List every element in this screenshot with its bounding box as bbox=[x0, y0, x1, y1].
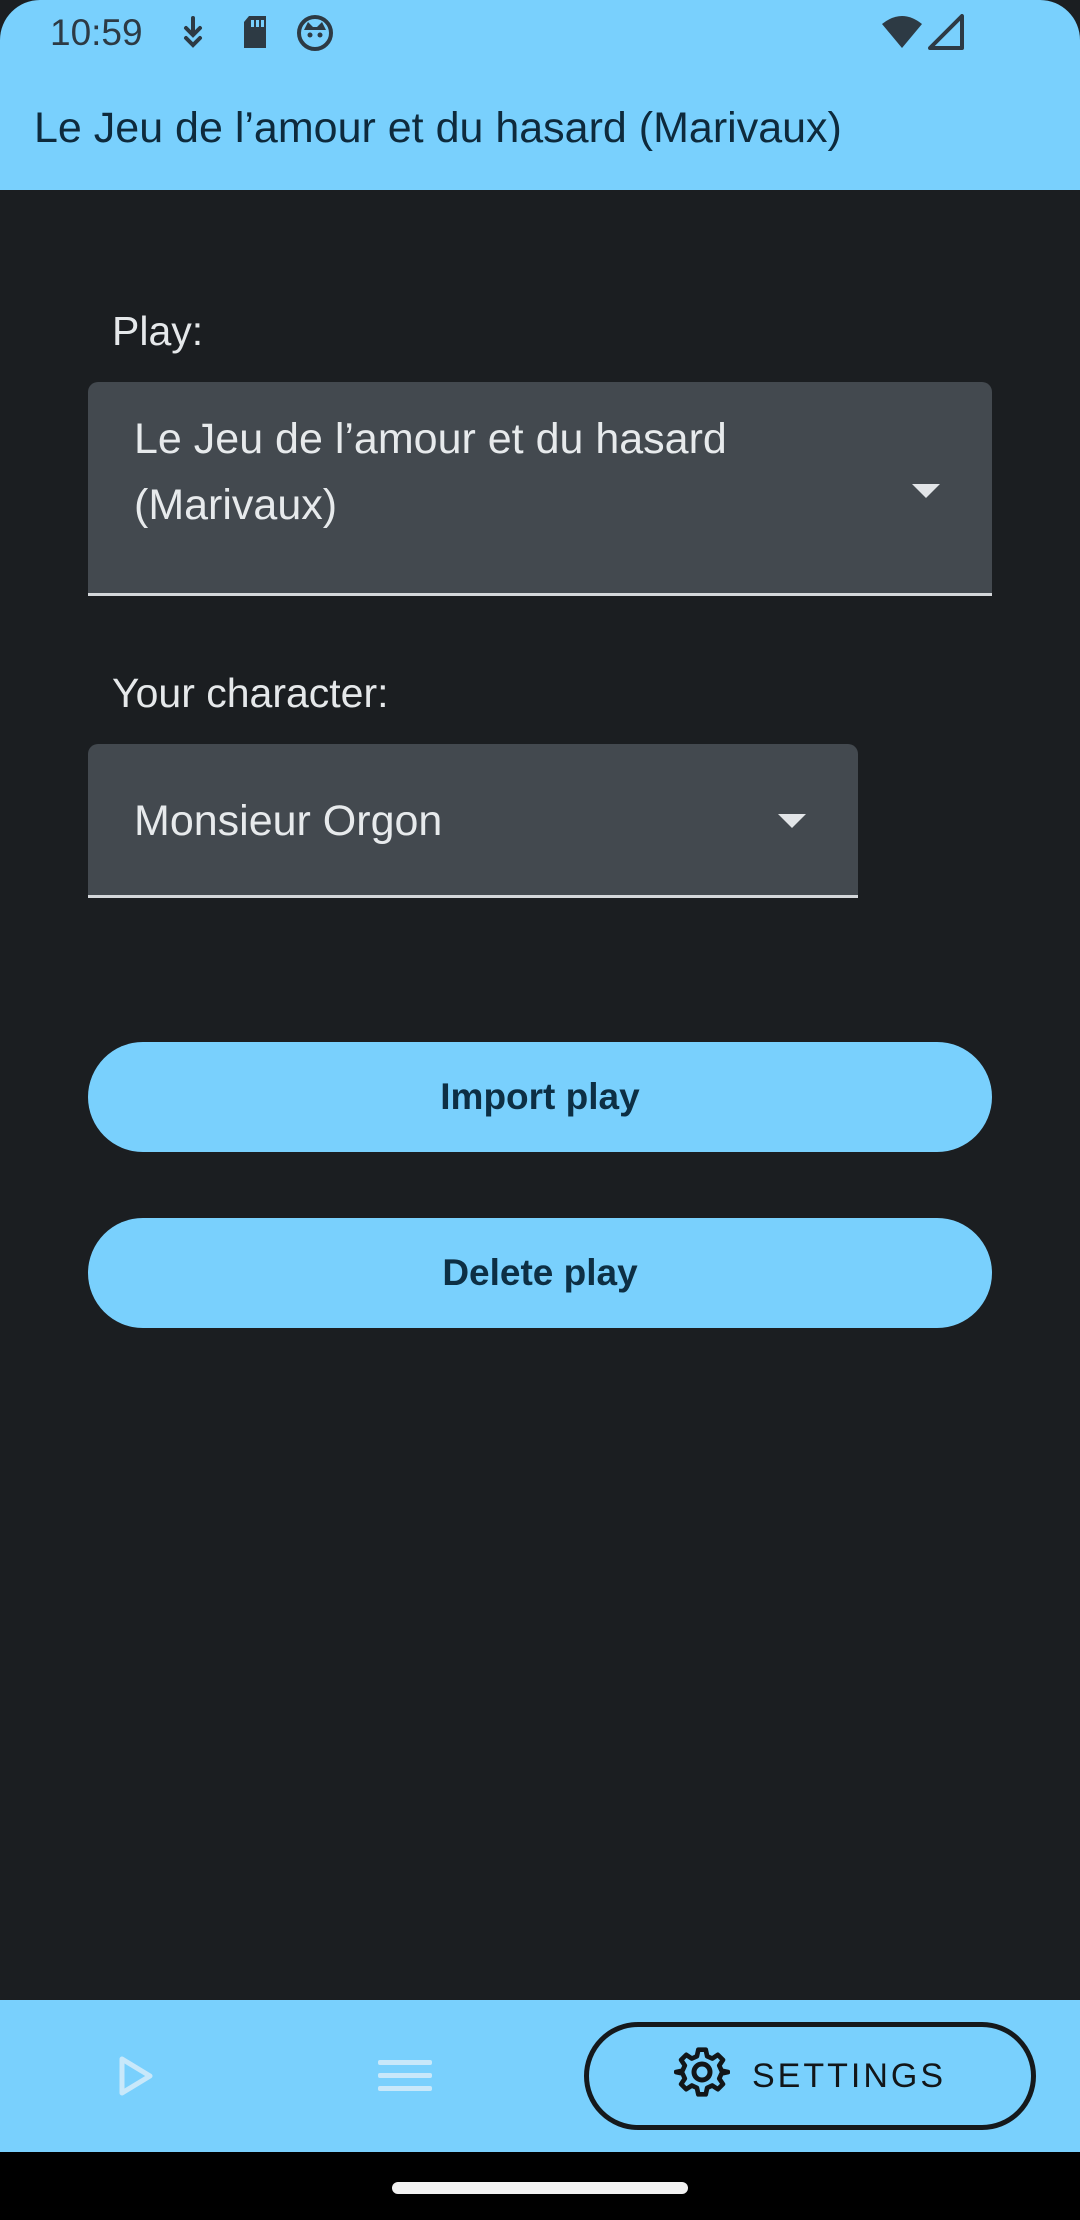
cell-signal-icon bbox=[928, 14, 964, 55]
import-play-label: Import play bbox=[440, 1076, 640, 1117]
chevron-down-icon bbox=[912, 484, 940, 498]
status-bar: 10:59 bbox=[0, 0, 1080, 66]
bottom-navigation: SETTINGS bbox=[0, 2000, 1080, 2152]
top-bar: 10:59 Le Jeu de l’amour et du hasard (Ma… bbox=[0, 0, 1080, 190]
status-time: 10:59 bbox=[50, 12, 143, 53]
gesture-navigation-bar bbox=[0, 2152, 1080, 2220]
home-gesture-handle[interactable] bbox=[392, 2182, 688, 2194]
play-dropdown[interactable]: Le Jeu de l’amour et du hasard (Marivaux… bbox=[88, 382, 992, 596]
cat-face-icon bbox=[296, 14, 334, 57]
settings-button[interactable]: SETTINGS bbox=[584, 2022, 1036, 2130]
character-dropdown-value: Monsieur Orgon bbox=[134, 797, 443, 845]
chevron-down-icon bbox=[778, 814, 806, 828]
delete-play-button[interactable]: Delete play bbox=[88, 1218, 992, 1328]
download-icon bbox=[178, 14, 208, 55]
sd-card-icon bbox=[240, 14, 270, 55]
settings-label: SETTINGS bbox=[751, 2056, 947, 2095]
import-play-button[interactable]: Import play bbox=[88, 1042, 992, 1152]
play-dropdown-value-line2: (Marivaux) bbox=[134, 481, 338, 529]
menu-icon[interactable] bbox=[378, 2056, 432, 2101]
play-label: Play: bbox=[112, 308, 204, 354]
app-title: Le Jeu de l’amour et du hasard (Marivaux… bbox=[34, 104, 842, 152]
screen: 10:59 Le Jeu de l’amour et du hasard (Ma… bbox=[0, 0, 1080, 2220]
play-outline-icon[interactable] bbox=[112, 2054, 156, 2103]
delete-play-label: Delete play bbox=[442, 1252, 638, 1293]
character-dropdown[interactable]: Monsieur Orgon bbox=[88, 744, 858, 898]
character-label: Your character: bbox=[112, 670, 389, 716]
play-dropdown-value-line1: Le Jeu de l’amour et du hasard bbox=[134, 415, 727, 463]
gear-icon bbox=[673, 2046, 731, 2107]
wifi-icon bbox=[880, 14, 924, 55]
